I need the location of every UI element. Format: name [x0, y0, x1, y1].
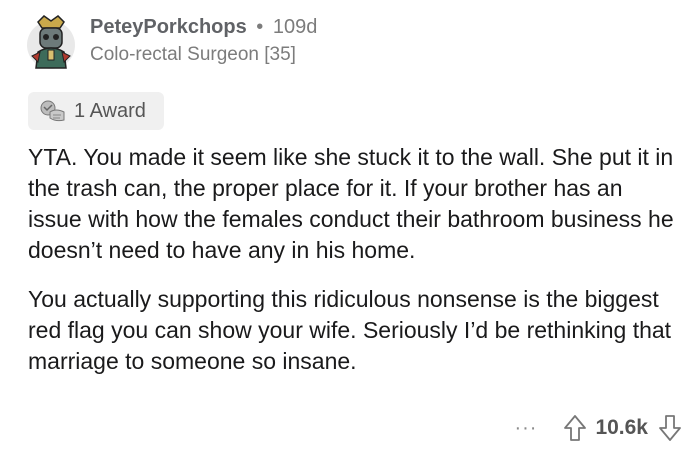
avatar[interactable] [24, 12, 78, 70]
downvote-arrow-icon[interactable] [658, 414, 682, 442]
upvote-arrow-icon[interactable] [563, 414, 587, 442]
username-link[interactable]: PeteyPorkchops [90, 16, 247, 38]
comment-actions: ··· 10.6k [514, 410, 682, 446]
comment-body: YTA. You made it seem like she stuck it … [28, 142, 678, 395]
comment-paragraph-1: YTA. You made it seem like she stuck it … [28, 144, 674, 263]
award-icon [40, 100, 65, 122]
avatar-icon [27, 15, 75, 69]
vote-score: 10.6k [595, 416, 648, 439]
award-label: 1 Award [74, 99, 146, 122]
award-badge[interactable]: 1 Award [28, 92, 164, 130]
meta-separator: • [256, 16, 264, 38]
comment-age: 109d [272, 16, 318, 38]
user-flair: Colo-rectal Surgeon [35] [90, 44, 296, 65]
more-options-button[interactable]: ··· [514, 418, 537, 438]
comment-header: PeteyPorkchops • 109d Colo-rectal Surgeo… [24, 12, 674, 74]
comment-paragraph-2: You actually supporting this ridiculous … [28, 286, 672, 374]
